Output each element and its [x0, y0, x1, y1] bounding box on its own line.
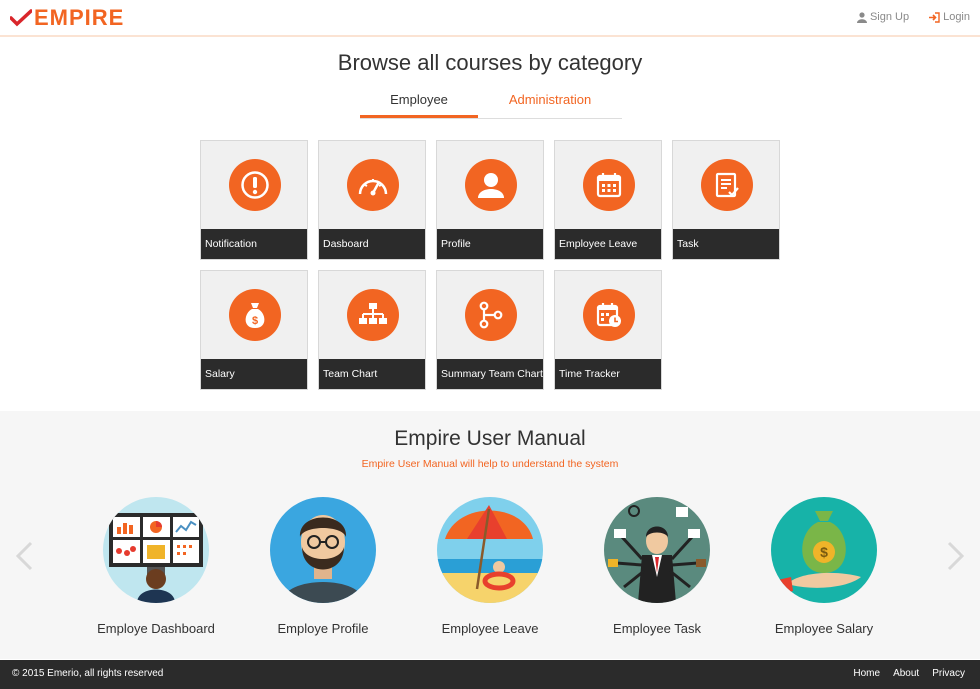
checkmark-logo-icon	[10, 9, 32, 27]
dashboard-illustration	[103, 497, 209, 603]
tile-team-chart[interactable]: Team Chart	[318, 270, 426, 390]
tile-label: Time Tracker	[555, 359, 661, 389]
card-caption: Employee Salary	[774, 621, 874, 636]
tile-label: Task	[673, 229, 779, 259]
svg-text:$: $	[820, 544, 828, 560]
carousel-next-arrow-icon[interactable]	[946, 541, 966, 571]
multitasking-businessman-illustration	[604, 497, 710, 603]
brand-logo[interactable]: EMPIRE	[10, 5, 125, 30]
tile-label: Summary Team Chart	[437, 359, 543, 389]
tile-salary[interactable]: $ Salary	[200, 270, 308, 390]
footer: © 2015 Emerio, all rights reserved Home …	[0, 660, 980, 689]
tile-profile[interactable]: Profile	[436, 140, 544, 260]
branch-icon	[465, 289, 517, 341]
user-icon	[465, 159, 517, 211]
manual-card-salary[interactable]: $ Employee Salary	[754, 497, 894, 636]
card-caption: Employee Task	[613, 621, 701, 636]
tile-dashboard[interactable]: Dasboard	[318, 140, 426, 260]
login-link[interactable]: Login	[929, 11, 970, 23]
user-manual-section: Empire User Manual Empire User Manual wi…	[0, 411, 980, 659]
footer-links: Home About Privacy	[853, 668, 965, 679]
tile-time-tracker[interactable]: Time Tracker	[554, 270, 662, 390]
category-tabs: Employee Administration	[360, 88, 622, 119]
card-caption: Employee Leave	[441, 621, 539, 636]
footer-link-home[interactable]: Home	[853, 668, 880, 679]
manual-card-task[interactable]: Employee Task	[587, 497, 727, 636]
signup-link[interactable]: Sign Up	[856, 11, 910, 23]
tile-label: Employee Leave	[555, 229, 661, 259]
beach-umbrella-illustration	[437, 497, 543, 603]
money-bag-icon: $	[229, 289, 281, 341]
calendar-clock-icon	[583, 289, 635, 341]
tile-notification[interactable]: Notification	[200, 140, 308, 260]
manual-title: Empire User Manual	[394, 427, 586, 450]
tab-employee[interactable]: Employee	[360, 88, 478, 118]
user-icon	[856, 11, 867, 23]
tile-label: Salary	[201, 359, 307, 389]
document-check-icon	[701, 159, 753, 211]
account-nav: Sign Up Login	[856, 11, 970, 23]
tile-label: Profile	[437, 229, 543, 259]
tile-label: Dasboard	[319, 229, 425, 259]
top-bar: EMPIRE Sign Up Login	[0, 0, 980, 37]
card-caption: Employe Profile	[277, 621, 369, 636]
manual-subtitle: Empire User Manual will help to understa…	[361, 458, 619, 470]
manual-card-profile[interactable]: Employe Profile	[253, 497, 393, 636]
card-caption: Employe Dashboard	[97, 621, 215, 636]
manual-card-dashboard[interactable]: Employe Dashboard	[86, 497, 226, 636]
calendar-icon	[583, 159, 635, 211]
login-icon	[929, 11, 940, 23]
exclamation-icon	[229, 159, 281, 211]
page-title: Browse all courses by category	[337, 50, 643, 75]
tile-task[interactable]: Task	[672, 140, 780, 260]
tile-label: Notification	[201, 229, 307, 259]
org-chart-icon	[347, 289, 399, 341]
tile-label: Team Chart	[319, 359, 425, 389]
svg-text:$: $	[252, 315, 258, 327]
brand-name: EMPIRE	[34, 5, 125, 30]
carousel-prev-arrow-icon[interactable]	[14, 541, 34, 571]
money-bag-hand-illustration: $	[771, 497, 877, 603]
speedometer-icon	[347, 159, 399, 211]
signup-label: Sign Up	[869, 11, 910, 23]
tab-administration[interactable]: Administration	[478, 88, 622, 118]
tile-employee-leave[interactable]: Employee Leave	[554, 140, 662, 260]
bearded-man-illustration	[270, 497, 376, 603]
footer-link-about[interactable]: About	[893, 668, 919, 679]
manual-card-leave[interactable]: Employee Leave	[420, 497, 560, 636]
copyright-text: © 2015 Emerio, all rights reserved	[12, 668, 164, 679]
login-label: Login	[943, 11, 970, 23]
tile-summary-team-chart[interactable]: Summary Team Chart	[436, 270, 544, 390]
footer-link-privacy[interactable]: Privacy	[932, 668, 965, 679]
